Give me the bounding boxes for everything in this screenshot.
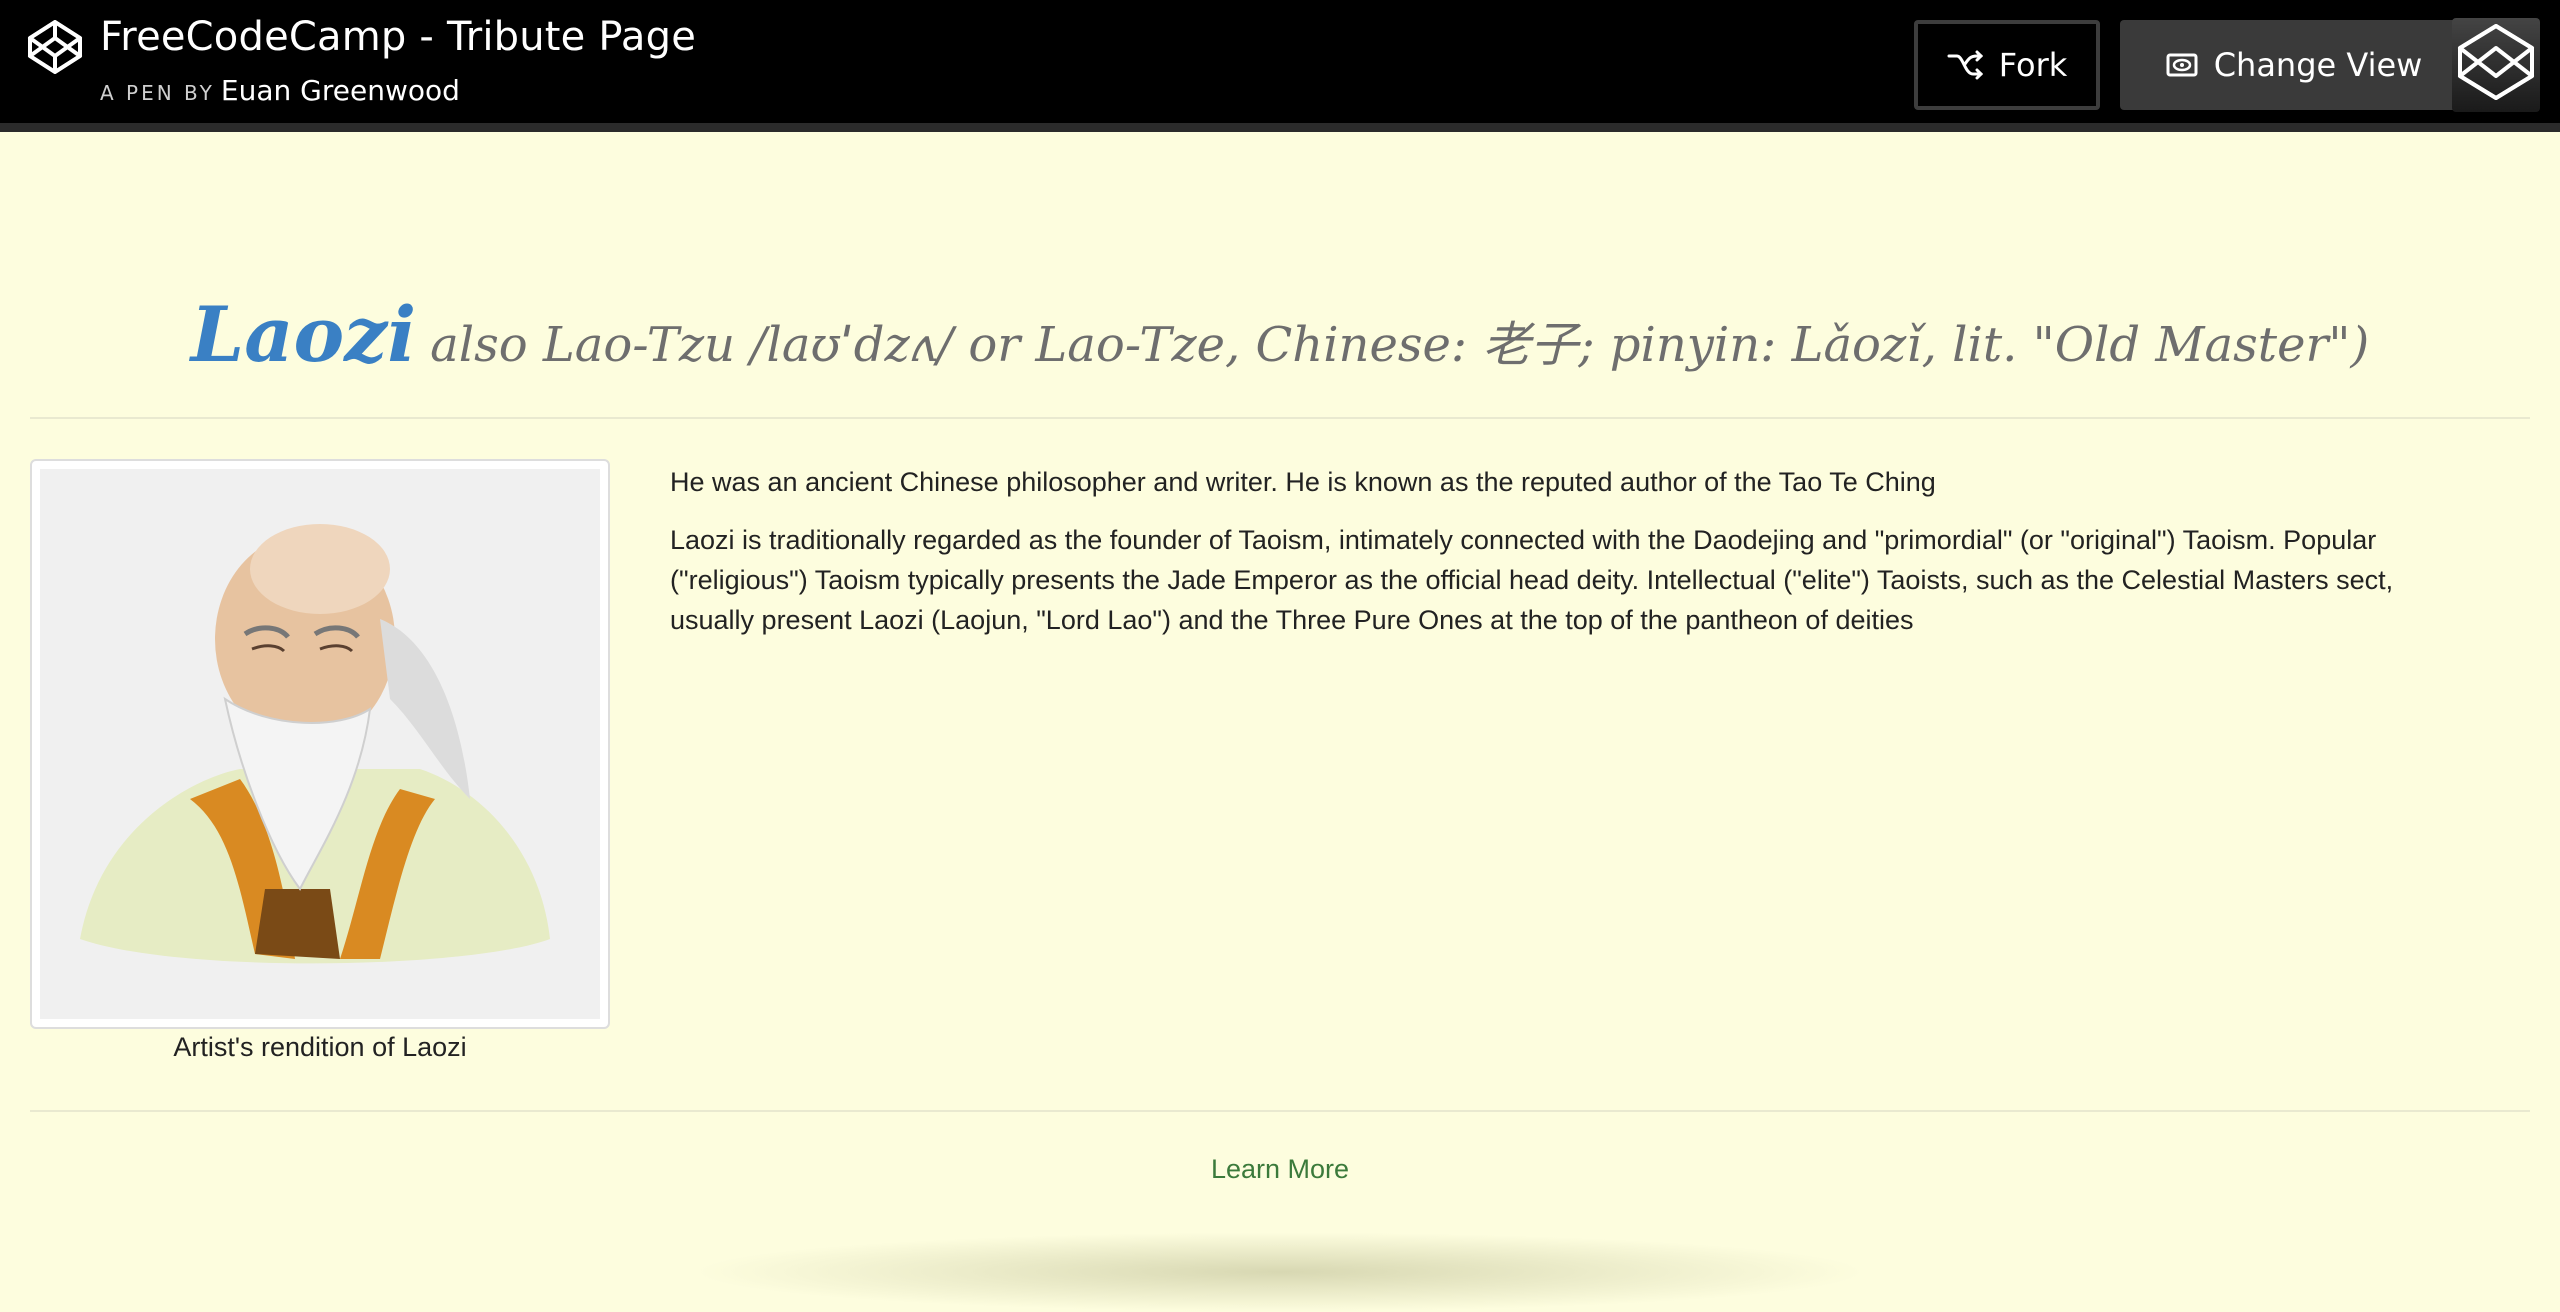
fork-icon xyxy=(1947,50,1983,80)
divider-bottom xyxy=(30,1110,2530,1112)
codepen-logo-icon[interactable] xyxy=(26,18,84,76)
pen-author: A PEN BY Euan Greenwood xyxy=(100,74,460,107)
tribute-subtitle: also Lao-Tzu /laʊˈdzʌ/ or Lao-Tze, Chine… xyxy=(430,317,2370,373)
codepen-header: FreeCodeCamp - Tribute Page A PEN BY Euan… xyxy=(0,0,2560,132)
pen-title: FreeCodeCamp - Tribute Page xyxy=(100,14,697,60)
portrait-frame xyxy=(30,459,610,1029)
avatar-codepen-icon xyxy=(2458,24,2534,100)
learn-more-link[interactable]: Learn More xyxy=(0,1154,2560,1185)
eye-icon xyxy=(2166,53,2198,77)
tribute-name: Laozi xyxy=(190,290,417,379)
by-label: A PEN BY xyxy=(100,81,215,105)
fork-button[interactable]: Fork xyxy=(1914,20,2100,110)
fork-label: Fork xyxy=(1998,46,2068,84)
footer-shadow xyxy=(690,1232,1870,1312)
page-title: Laozi also Lao-Tzu /laʊˈdzʌ/ or Lao-Tze, … xyxy=(0,290,2560,379)
portrait-caption: Artist's rendition of Laozi xyxy=(173,1032,467,1062)
bio-paragraph-2: Laozi is traditionally regarded as the f… xyxy=(670,525,2394,635)
avatar[interactable] xyxy=(2452,18,2540,112)
bio-paragraph-1: He was an ancient Chinese philosopher an… xyxy=(670,467,1936,497)
change-view-label: Change View xyxy=(2213,46,2423,84)
divider-top xyxy=(30,417,2530,419)
author-link[interactable]: Euan Greenwood xyxy=(221,74,460,107)
change-view-button[interactable]: Change View xyxy=(2120,20,2468,110)
bio-text: He was an ancient Chinese philosopher an… xyxy=(670,462,2480,658)
laozi-portrait-image xyxy=(40,469,600,1019)
